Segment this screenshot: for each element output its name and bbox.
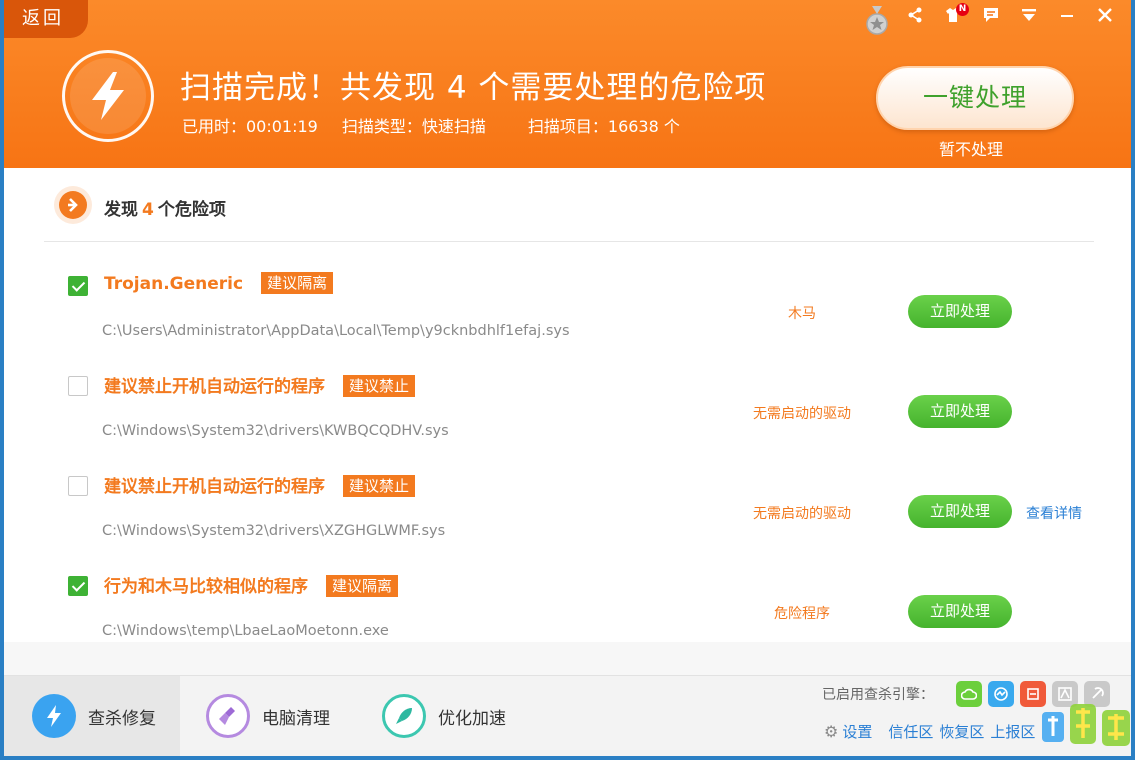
- item-path: C:\Windows\System32\drivers\XZGHGLWMF.sy…: [102, 523, 446, 539]
- window-controls: N: [863, 3, 1119, 35]
- suggestion-tag: 建议隔离: [326, 575, 399, 597]
- item-checkbox[interactable]: [68, 576, 88, 596]
- item-type: 无需启动的驱动: [753, 406, 851, 422]
- tab-pc-cleanup[interactable]: 电脑清理: [206, 676, 366, 756]
- warning-icon: [54, 186, 92, 224]
- trust-zone-link[interactable]: 信任区: [888, 721, 933, 742]
- list-item: Trojan.Generic 建议隔离 C:\Users\Administrato…: [4, 250, 1131, 350]
- footer-links: ⚙ 设置 信任区 恢复区 上报区: [824, 721, 1035, 742]
- scan-type: 扫描类型：快速扫描: [341, 117, 486, 136]
- divider: [44, 241, 1094, 242]
- restore-zone-link[interactable]: 恢复区: [939, 721, 984, 742]
- item-name: 建议禁止开机自动运行的程序 建议禁止: [104, 472, 416, 497]
- scan-complete-icon: [62, 50, 154, 142]
- found-summary: 发现 4 个危险项: [104, 200, 226, 220]
- item-type: 无需启动的驱动: [753, 506, 851, 522]
- one-key-fix-button[interactable]: 一键处理: [876, 66, 1074, 130]
- broom-icon: [206, 694, 250, 738]
- item-checkbox[interactable]: [68, 276, 88, 296]
- rocket-icon: [382, 694, 426, 738]
- item-type: 木马: [788, 306, 816, 322]
- suggestion-tag: 建议禁止: [343, 375, 416, 397]
- bitdefender-engine-icon[interactable]: [1084, 681, 1110, 707]
- view-details-link[interactable]: 查看详情: [1026, 503, 1082, 523]
- item-type: 危险程序: [774, 606, 830, 622]
- scan-stats: 已用时：00:01:19 扫描类型：快速扫描 扫描项目：16638 个: [182, 113, 700, 137]
- handle-now-button[interactable]: 立即处理: [908, 495, 1012, 528]
- list-item: 建议禁止开机自动运行的程序 建议禁止 C:\Windows\System32\dr…: [4, 350, 1131, 450]
- tab-label: 优化加速: [438, 708, 506, 729]
- skip-link[interactable]: 暂不处理: [939, 136, 1003, 160]
- tab-optimize-speed[interactable]: 优化加速: [382, 676, 542, 756]
- bottom-bar: 查杀修复 电脑清理 优化加速 已启用查杀引擎： ⚙ 设置 信任区 恢复区 上报区: [4, 675, 1131, 756]
- header-banner: 返回 N 扫描完成！共发现 4 个需要处理的危险项 已用时：00:01:19 扫…: [4, 0, 1131, 168]
- item-checkbox[interactable]: [68, 476, 88, 496]
- item-name: 建议禁止开机自动运行的程序 建议禁止: [104, 372, 416, 397]
- item-name: Trojan.Generic 建议隔离: [104, 272, 334, 294]
- qvm-engine-icon[interactable]: [988, 681, 1014, 707]
- tab-label: 电脑清理: [262, 708, 330, 729]
- bolt-icon: [32, 694, 76, 738]
- tab-scan-repair[interactable]: 查杀修复: [4, 676, 180, 756]
- handle-now-button[interactable]: 立即处理: [908, 295, 1012, 328]
- medal-icon[interactable]: [863, 6, 891, 35]
- app-window: 返回 N 扫描完成！共发现 4 个需要处理的危险项 已用时：00:01:19 扫…: [4, 0, 1131, 756]
- skin-icon[interactable]: N: [939, 3, 969, 30]
- item-path: C:\Windows\System32\drivers\KWBQCQDHV.sy…: [102, 423, 449, 439]
- close-icon[interactable]: [1091, 6, 1119, 30]
- engines-label: 已启用查杀引擎：: [822, 687, 934, 703]
- avira-engine-icon[interactable]: [1052, 681, 1078, 707]
- minimize-icon[interactable]: [1053, 6, 1081, 30]
- gear-icon: ⚙: [824, 722, 839, 741]
- settings-link[interactable]: 设置: [842, 721, 872, 742]
- handle-now-button[interactable]: 立即处理: [908, 395, 1012, 428]
- upload-zone-link[interactable]: 上报区: [990, 721, 1035, 742]
- item-path: C:\Windows\temp\LbaeLaoMoetonn.exe: [102, 623, 389, 639]
- list-item: 建议禁止开机自动运行的程序 建议禁止 C:\Windows\System32\dr…: [4, 450, 1131, 550]
- engine-list: [956, 681, 1110, 707]
- cloud-engine-icon[interactable]: [956, 681, 982, 707]
- suggestion-tag: 建议隔离: [261, 272, 334, 294]
- page-title: 扫描完成！共发现 4 个需要处理的危险项: [180, 70, 767, 106]
- suggestion-tag: 建议禁止: [343, 475, 416, 497]
- handle-now-button[interactable]: 立即处理: [908, 595, 1012, 628]
- new-badge-icon: N: [956, 3, 969, 16]
- scan-item-count: 扫描项目：16638 个: [527, 117, 680, 136]
- list-item: 行为和木马比较相似的程序 建议隔离 C:\Windows\temp\LbaeLao…: [4, 550, 1131, 650]
- item-checkbox[interactable]: [68, 376, 88, 396]
- feedback-icon[interactable]: [977, 6, 1005, 30]
- system-repair-engine-icon[interactable]: [1020, 681, 1046, 707]
- back-button[interactable]: 返回: [4, 0, 88, 38]
- item-name: 行为和木马比较相似的程序 建议隔离: [104, 572, 399, 597]
- share-icon[interactable]: [901, 6, 929, 30]
- tab-label: 查杀修复: [88, 708, 156, 729]
- elapsed-time: 已用时：00:01:19: [182, 117, 318, 136]
- item-path: C:\Users\Administrator\AppData\Local\Tem…: [102, 323, 570, 339]
- results-list: 发现 4 个危险项 Trojan.Generic 建议隔离 C:\Users\Admi…: [4, 168, 1131, 642]
- found-count: 4: [142, 200, 154, 220]
- menu-icon[interactable]: [1015, 6, 1043, 30]
